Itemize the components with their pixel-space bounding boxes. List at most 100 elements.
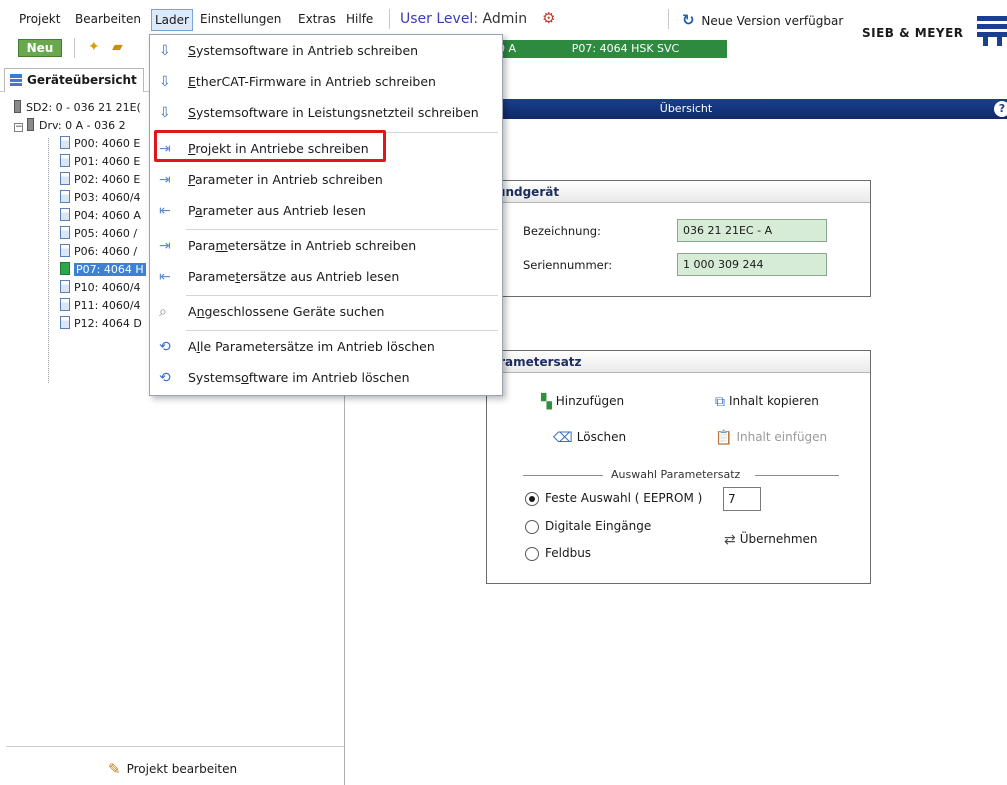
user-level-value: Admin [482, 11, 528, 27]
paste-label: Inhalt einfügen [736, 430, 828, 444]
file-icon [60, 154, 70, 167]
grundgeraet-title: rundgerät [487, 181, 870, 203]
radio-digitale-eingaenge[interactable] [525, 520, 539, 534]
menu-item-label: Systemsoftware in Antrieb schreiben [188, 43, 419, 58]
copy-label: Inhalt kopieren [729, 394, 819, 408]
collapse-icon[interactable]: − [14, 123, 23, 132]
paste-content-button[interactable]: 📋 Inhalt einfügen [715, 430, 827, 446]
list-icon [10, 74, 22, 86]
tree-item-p06[interactable]: P06: 4060 / [60, 244, 137, 260]
tree-item-p05[interactable]: P05: 4060 / [60, 226, 137, 242]
menu-hilfe[interactable]: Hilfe [346, 12, 373, 26]
open-folder-icon[interactable]: ▰ [112, 39, 123, 55]
menu-bearbeiten[interactable]: Bearbeiten [75, 12, 141, 26]
menu-einstellungen[interactable]: Einstellungen [200, 12, 281, 26]
update-text: Neue Version verfügbar [701, 14, 844, 28]
bezeichnung-field: 036 21 21EC - A [677, 219, 827, 242]
pin-icon[interactable]: ✦ [88, 39, 100, 55]
menu-item-systemsoftware-loeschen[interactable]: ⟲ Systemsoftware im Antrieb löschen [150, 363, 502, 393]
tree-item-label: P04: 4060 A [74, 209, 141, 222]
menu-separator [389, 9, 390, 29]
tree-item-p03[interactable]: P03: 4060/4 [60, 190, 141, 206]
menu-item-geraete-suchen[interactable]: ⌕ Angeschlossene Geräte suchen [150, 297, 502, 327]
menu-item-ethercat-firmware[interactable]: ⇩ EtherCAT-Firmware in Antrieb schreiben [150, 67, 502, 97]
file-icon [60, 298, 70, 311]
radio-feste-label: Feste Auswahl ( EEPROM ) [545, 491, 703, 505]
highlight-annotation [154, 130, 386, 162]
eeprom-input[interactable]: 7 [723, 487, 761, 511]
parametersatz-group: arametersatz ▚ Hinzufügen ⧉ Inhalt kopiere… [486, 350, 871, 584]
radio-feste-auswahl[interactable] [525, 492, 539, 506]
tree-item-label: P12: 4064 D [74, 317, 142, 330]
menu-item-parametersaetze-schreiben[interactable]: ⇥ Parametersätze in Antrieb schreiben [150, 231, 502, 261]
menu-separator [668, 9, 669, 29]
tree-item-p02[interactable]: P02: 4060 E [60, 172, 140, 188]
menu-item-parameter-lesen[interactable]: ⇤ Parameter aus Antrieb lesen [150, 196, 502, 226]
menu-extras[interactable]: Extras [298, 12, 336, 26]
edit-project-label: Projekt bearbeiten [126, 762, 238, 776]
add-parameter-set-button[interactable]: ▚ Hinzufügen [541, 394, 624, 410]
tree-item-p01[interactable]: P01: 4060 E [60, 154, 140, 170]
delete-label: Löschen [576, 430, 627, 444]
tree-item-label: P01: 4060 E [74, 155, 141, 168]
panel-divider [6, 746, 344, 747]
tab-label: Geräteübersicht [27, 73, 137, 87]
menu-item-parametersaetze-loeschen[interactable]: ⟲ Alle Parametersätze im Antrieb löschen [150, 332, 502, 362]
file-icon [60, 190, 70, 203]
tab-geraeteuebersicht[interactable]: Geräteübersicht [4, 68, 144, 92]
menu-item-systemsoftware-netzteil[interactable]: ⇩ Systemsoftware in Leistungsnetzteil sc… [150, 98, 502, 128]
update-notice[interactable]: ↻ Neue Version verfügbar [682, 11, 843, 29]
menu-separator [186, 295, 498, 296]
tree-drive[interactable]: − Drv: 0 A - 036 2 [14, 118, 126, 134]
radio-feldbus[interactable] [525, 547, 539, 561]
menu-item-label: Angeschlossene Geräte suchen [188, 304, 385, 319]
copy-icon: ⧉ [715, 394, 725, 410]
tree-item-label-selected: P07: 4064 H [74, 263, 146, 276]
user-level[interactable]: User Level: Admin [400, 11, 527, 27]
section-divider [523, 475, 603, 476]
section-divider [755, 475, 839, 476]
tree-item-p10[interactable]: P10: 4060/4 [60, 280, 141, 296]
seriennummer-label: Seriennummer: [523, 258, 613, 272]
edit-pencil-icon: ✎ [108, 760, 121, 778]
active-file-icon [60, 262, 70, 275]
menu-item-label: EtherCAT-Firmware in Antrieb schreiben [188, 74, 436, 89]
menu-item-parameter-schreiben[interactable]: ⇥ Parameter in Antrieb schreiben [150, 165, 502, 195]
lader-dropdown-menu: ⇩ Systemsoftware in Antrieb schreiben ⇩ … [149, 34, 503, 396]
tree-item-p07[interactable]: P07: 4064 H [60, 262, 146, 278]
menu-item-label: Systemsoftware im Antrieb löschen [188, 370, 410, 385]
menu-projekt[interactable]: Projekt [19, 12, 60, 26]
tree-item-label: P02: 4060 E [74, 173, 141, 186]
new-project-button[interactable]: Neu [18, 39, 62, 57]
copy-content-button[interactable]: ⧉ Inhalt kopieren [715, 394, 819, 410]
paste-icon: 📋 [715, 430, 733, 446]
seriennummer-field: 1 000 309 244 [677, 253, 827, 276]
download-software-icon: ⇩ [159, 43, 171, 59]
delete-parameter-set-button[interactable]: ⌫ Löschen [553, 430, 626, 446]
overview-header: Übersicht [486, 99, 1007, 119]
tree-item-p00[interactable]: P00: 4060 E [60, 136, 140, 152]
tree-guide-line [48, 138, 49, 383]
tree-item-p04[interactable]: P04: 4060 A [60, 208, 141, 224]
menu-item-parametersaetze-lesen[interactable]: ⇤ Parametersätze aus Antrieb lesen [150, 262, 502, 292]
tree-root[interactable]: SD2: 0 - 036 21 21E( [14, 100, 141, 116]
menu-separator [186, 330, 498, 331]
edit-project-button[interactable]: ✎ Projekt bearbeiten [108, 760, 237, 778]
file-icon [60, 208, 70, 221]
connection-tool-icon[interactable]: ⚙ [542, 9, 555, 27]
menu-bar: Projekt Bearbeiten Lader Einstellungen E… [0, 0, 1007, 46]
tree-item-p11[interactable]: P11: 4060/4 [60, 298, 141, 314]
apply-button[interactable]: ⇄ Übernehmen [724, 532, 818, 548]
tree-item-p12[interactable]: P12: 4064 D [60, 316, 142, 332]
apply-icon: ⇄ [724, 532, 736, 548]
bezeichnung-label: Bezeichnung: [523, 224, 601, 238]
file-icon [60, 172, 70, 185]
file-icon [60, 226, 70, 239]
delete-icon: ⌫ [553, 430, 573, 446]
menu-item-systemsoftware-antrieb[interactable]: ⇩ Systemsoftware in Antrieb schreiben [150, 36, 502, 66]
help-icon[interactable]: ? [994, 101, 1007, 117]
menu-item-label: Parametersätze in Antrieb schreiben [188, 238, 417, 253]
power-supply-software-icon: ⇩ [159, 105, 171, 121]
file-icon [60, 280, 70, 293]
menu-lader[interactable]: Lader [151, 9, 193, 31]
